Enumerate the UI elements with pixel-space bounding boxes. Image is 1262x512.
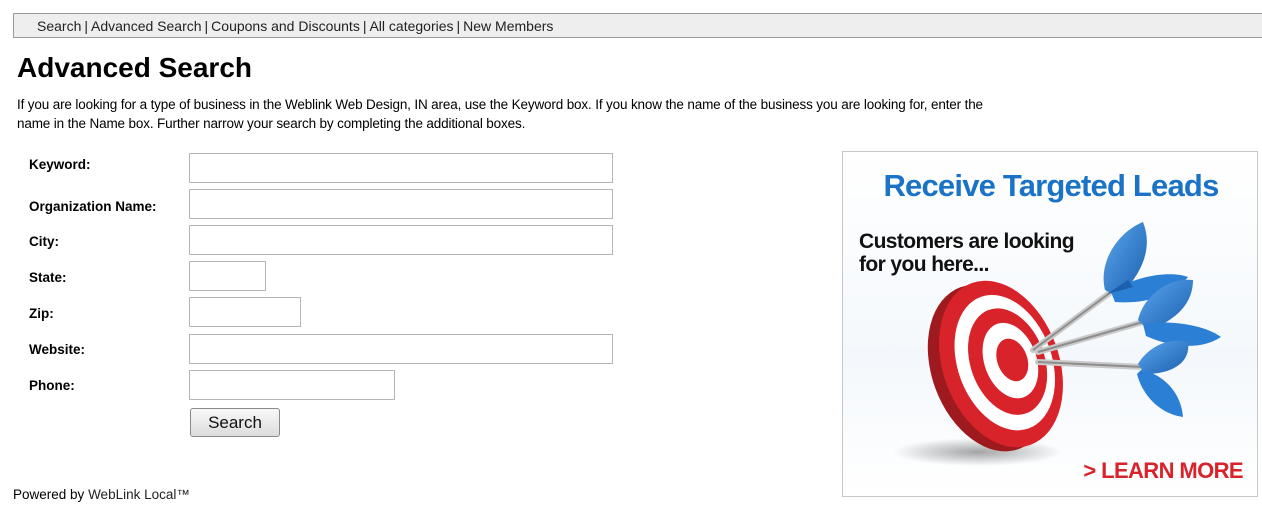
city-label: City: [29,234,59,249]
website-label: Website: [29,342,86,357]
chevron-right-icon: > [1083,458,1096,483]
nav-link-search[interactable]: Search [37,18,81,34]
weblink-local-link[interactable]: WebLink Local™ [88,487,190,502]
nav-link-new-members[interactable]: New Members [463,18,553,34]
city-input[interactable] [189,225,613,255]
nav-separator: | [204,18,209,34]
phone-input[interactable] [189,370,395,400]
phone-label: Phone: [29,378,75,393]
target-with-darts-icon [893,222,1221,466]
nav-link-all-categories[interactable]: All categories [369,18,453,34]
nav-separator: | [456,18,461,34]
nav-separator: | [84,18,88,34]
zip-label: Zip: [29,306,54,321]
keyword-input[interactable] [189,153,613,183]
organization-name-input[interactable] [189,189,613,219]
intro-text-line-1: If you are looking for a type of busines… [17,97,983,112]
intro-text: If you are looking for a type of busines… [17,95,1259,133]
intro-text-line-2: name in the Name box. Further narrow you… [17,116,526,131]
website-input[interactable] [189,334,613,364]
powered-by-prefix: Powered by [13,487,85,502]
targeted-leads-ad[interactable]: Receive Targeted Leads Customers are loo… [842,151,1258,497]
keyword-label: Keyword: [29,157,91,172]
state-label: State: [29,270,67,285]
top-nav-bar: Search | Advanced Search | Coupons and Disco… [13,13,1262,38]
nav-link-coupons-and-discounts[interactable]: Coupons and Discounts [211,18,360,34]
powered-by: Powered by WebLink Local™ [13,486,190,504]
zip-input[interactable] [189,297,301,327]
search-button[interactable]: Search [190,408,280,437]
state-input[interactable] [189,261,266,291]
learn-more-label: LEARN MORE [1101,458,1243,483]
learn-more-link[interactable]: > LEARN MORE [1083,458,1243,484]
nav-link-advanced-search[interactable]: Advanced Search [91,18,202,34]
organization-name-label: Organization Name: [29,199,157,214]
page-title: Advanced Search [17,52,252,83]
